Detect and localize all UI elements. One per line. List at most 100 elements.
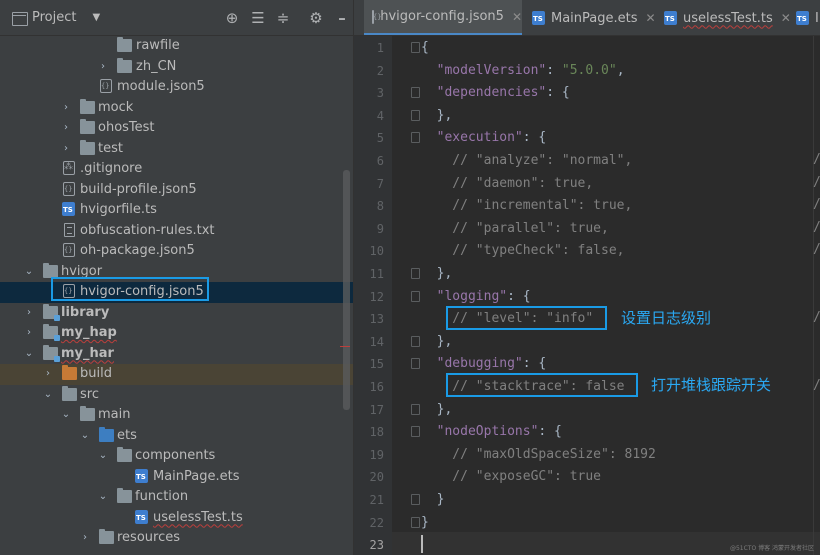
tree-item-my-hap[interactable]: › my_hap xyxy=(0,323,353,344)
tree-item-gitignore[interactable]: .gitignore xyxy=(0,159,353,180)
chevron-right-icon[interactable]: › xyxy=(60,141,72,155)
folder-icon xyxy=(80,98,95,114)
tree-item-obfuscation-rules[interactable]: obfuscation-rules.txt xyxy=(0,221,353,242)
chevron-right-icon[interactable]: › xyxy=(60,120,72,134)
fold-marker-icon[interactable] xyxy=(411,109,420,121)
chevron-right-icon[interactable]: › xyxy=(60,100,72,114)
fold-marker-icon[interactable] xyxy=(411,335,420,347)
fold-marker-icon[interactable] xyxy=(411,132,420,144)
tree-item-function[interactable]: ⌄ function xyxy=(0,487,353,508)
chevron-right-icon[interactable]: › xyxy=(79,530,91,544)
json-file-icon xyxy=(372,9,382,24)
tree-item-oh-package[interactable]: oh-package.json5 xyxy=(0,241,353,262)
gitignore-file-icon xyxy=(63,161,75,175)
code-token: { xyxy=(421,40,429,55)
tab-uselesstest[interactable]: uselessTest.ts ✕ xyxy=(658,0,792,35)
project-toolbar: ⊕ ☰ ≑ ⚙ – xyxy=(223,9,353,29)
chevron-right-icon[interactable]: › xyxy=(23,325,35,339)
right-margin-guide xyxy=(813,36,814,555)
tab-mainpage[interactable]: MainPage.ets ✕ xyxy=(526,0,656,35)
highlight-box-debugging xyxy=(446,373,638,397)
project-view-selector[interactable]: Project ▼ xyxy=(12,10,100,26)
code-token: } xyxy=(421,492,445,507)
code-token: : { xyxy=(546,85,570,101)
tree-item-build-profile[interactable]: build-profile.json5 xyxy=(0,180,353,201)
tree-item-uselesstest[interactable]: uselessTest.ts xyxy=(0,508,353,529)
tree-item-mock[interactable]: › mock xyxy=(0,98,353,119)
tree-item-label: MainPage.ets xyxy=(153,468,240,484)
tree-item-mainpage[interactable]: MainPage.ets xyxy=(0,467,353,488)
tree-item-label: ohosTest xyxy=(98,120,155,135)
tree-item-components[interactable]: ⌄ components xyxy=(0,446,353,467)
tree-item-label: .gitignore xyxy=(80,161,143,176)
code-token: : xyxy=(546,62,562,78)
tree-item-src[interactable]: ⌄ src xyxy=(0,385,353,406)
tree-item-rawfile[interactable]: rawfile xyxy=(0,36,353,57)
code-token: // "maxOldSpaceSize": 8192 xyxy=(421,446,656,462)
expand-all-icon[interactable]: ☰ xyxy=(249,9,267,27)
fold-marker-icon[interactable] xyxy=(411,268,420,279)
project-title: Project xyxy=(32,10,77,25)
tree-item-zh-cn[interactable]: › zh_CN xyxy=(0,57,353,78)
tab-label: uselessTest.ts xyxy=(683,10,773,26)
chevron-right-icon[interactable]: › xyxy=(97,59,109,73)
close-icon[interactable]: ✕ xyxy=(646,11,656,25)
tree-item-ets[interactable]: ⌄ ets xyxy=(0,426,353,447)
line-number: 3 xyxy=(376,86,384,101)
module-folder-icon xyxy=(43,344,60,362)
tree-item-build[interactable]: › build xyxy=(0,364,353,385)
ts-file-icon xyxy=(62,202,75,216)
fold-marker-icon[interactable] xyxy=(411,87,420,99)
chevron-down-icon[interactable]: ⌄ xyxy=(79,428,91,442)
code-token: // "exposeGC": true xyxy=(421,469,602,485)
comment-continuation: / xyxy=(813,220,820,235)
chevron-down-icon[interactable]: ⌄ xyxy=(23,346,35,360)
line-number: 6 xyxy=(376,154,384,168)
fold-marker-icon[interactable] xyxy=(411,290,420,302)
chevron-down-icon[interactable]: ⌄ xyxy=(23,264,35,278)
tab-hvigor-config[interactable]: hvigor-config.json5 ✕ xyxy=(364,0,522,35)
fold-marker-icon[interactable] xyxy=(411,42,420,53)
tree-item-module-json5[interactable]: module.json5 xyxy=(0,77,353,98)
tree-item-main[interactable]: ⌄ main xyxy=(0,405,353,426)
tree-item-label: mock xyxy=(98,99,134,115)
highlight-box-logging xyxy=(446,306,607,330)
code-line: // "typeCheck": false, xyxy=(421,240,625,263)
text-file-icon xyxy=(64,222,75,237)
crosshair-icon[interactable]: ⊕ xyxy=(223,9,241,27)
tab-truncated[interactable]: In xyxy=(792,0,820,35)
hide-icon[interactable]: – xyxy=(333,9,351,27)
chevron-right-icon[interactable]: › xyxy=(42,366,54,380)
fold-marker-icon[interactable] xyxy=(411,358,420,370)
gear-icon[interactable]: ⚙ xyxy=(307,9,325,27)
fold-marker-icon[interactable] xyxy=(411,426,420,438)
code-line: // "maxOldSpaceSize": 8192 xyxy=(421,444,656,467)
tree-item-library[interactable]: › library xyxy=(0,303,353,324)
fold-marker-icon[interactable] xyxy=(411,516,420,528)
chevron-down-icon[interactable]: ⌄ xyxy=(97,489,109,503)
tree-item-hvigorfile[interactable]: hvigorfile.ts xyxy=(0,200,353,221)
line-number: 9 xyxy=(376,221,384,236)
tree-item-resources[interactable]: › resources xyxy=(0,528,353,549)
line-number: 1 xyxy=(376,41,384,55)
tree-item-ohostest[interactable]: › ohosTest xyxy=(0,118,353,139)
comment-continuation: / xyxy=(813,152,820,167)
chevron-down-icon[interactable]: ⌄ xyxy=(42,387,54,401)
folder-icon xyxy=(117,488,132,503)
text-cursor xyxy=(421,534,423,553)
chevron-right-icon[interactable]: › xyxy=(23,305,35,319)
close-icon[interactable]: ✕ xyxy=(512,10,522,24)
fold-marker-icon[interactable] xyxy=(411,494,420,505)
tree-item-test[interactable]: › test xyxy=(0,139,353,160)
collapse-all-icon[interactable]: ≑ xyxy=(274,9,292,27)
line-number: 10 xyxy=(369,244,384,259)
tree-item-my-har[interactable]: ⌄ my_har xyxy=(0,344,353,365)
ts-file-icon xyxy=(135,509,148,524)
project-scrollbar[interactable] xyxy=(343,170,350,410)
close-icon[interactable]: ✕ xyxy=(781,11,791,25)
code-token: // "typeCheck": false, xyxy=(421,243,625,259)
fold-marker-icon[interactable] xyxy=(411,403,420,415)
line-number: 5 xyxy=(376,131,384,146)
chevron-down-icon[interactable]: ⌄ xyxy=(60,407,72,421)
chevron-down-icon[interactable]: ⌄ xyxy=(97,448,109,462)
